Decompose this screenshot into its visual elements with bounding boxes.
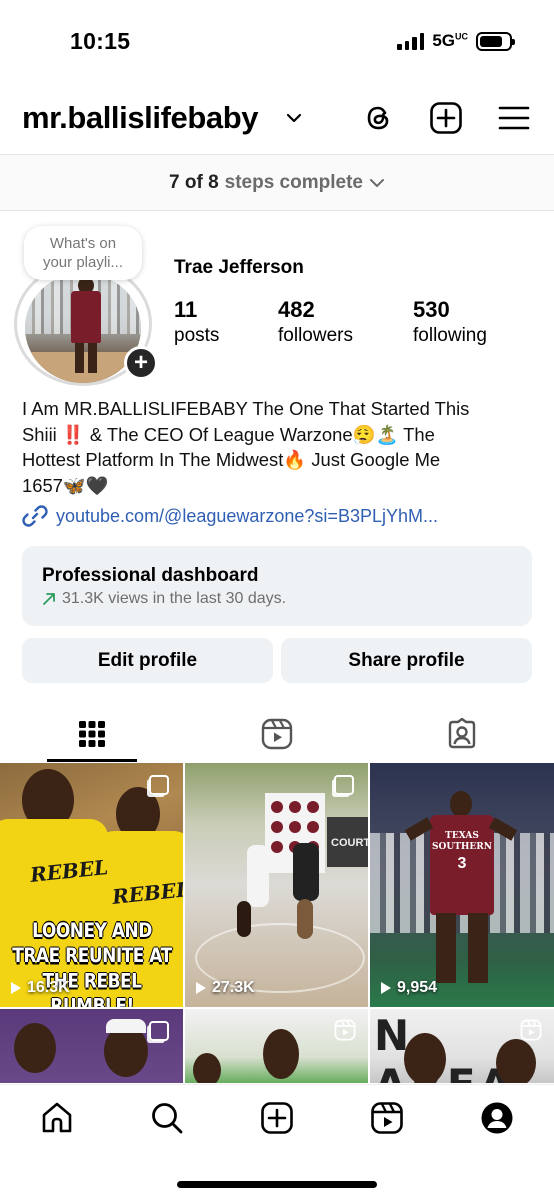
- view-count: 16.3K: [10, 979, 70, 997]
- divider: [0, 210, 554, 211]
- profile-header: mr.ballislifebaby: [0, 92, 554, 148]
- dashboard-subtitle: 31.3K views in the last 30 days.: [42, 590, 512, 608]
- trend-up-icon: [43, 593, 55, 605]
- create-icon[interactable]: [429, 101, 463, 135]
- following-stat[interactable]: 530 following: [413, 297, 487, 349]
- reels-icon: [520, 1019, 542, 1041]
- posts-stat[interactable]: 11 posts: [174, 297, 219, 349]
- profile-steps-banner[interactable]: 7 of 8 steps complete: [0, 155, 554, 210]
- professional-dashboard[interactable]: Professional dashboard 31.3K views in th…: [22, 546, 532, 626]
- play-icon: [11, 982, 21, 994]
- bio-line: Shiii ‼️ & The CEO Of League Warzone😮‍💨🏝…: [22, 423, 435, 445]
- carousel-icon: [149, 775, 169, 795]
- tagged-icon: [448, 718, 476, 749]
- bio-line: Hottest Platform In The Midwest🔥 Just Go…: [22, 449, 441, 470]
- chevron-down-icon[interactable]: [286, 112, 302, 124]
- tab-tagged[interactable]: [370, 706, 554, 762]
- banner-text: COURTS: [331, 837, 368, 849]
- posts-count: 11: [174, 297, 198, 322]
- signal-icon: [397, 32, 425, 50]
- reels-icon[interactable]: [370, 1101, 404, 1135]
- note-text-line2: your playli...: [42, 254, 124, 271]
- search-icon[interactable]: [150, 1101, 184, 1135]
- post-tile[interactable]: [185, 1009, 368, 1083]
- post-tile[interactable]: TEXAS SOUTHERN 3 9,954: [370, 763, 554, 1007]
- create-icon[interactable]: [260, 1101, 294, 1135]
- carousel-icon: [149, 1021, 169, 1041]
- bio-line: 1657🦋🖤: [22, 474, 109, 496]
- network-label: 5GUC: [432, 31, 468, 50]
- play-icon: [381, 982, 391, 994]
- menu-icon[interactable]: [497, 101, 531, 135]
- bio-line: I Am MR.BALLISLIFEBABY The One That Star…: [22, 398, 470, 419]
- avatar[interactable]: +: [14, 262, 158, 386]
- home-icon[interactable]: [40, 1101, 74, 1135]
- display-name: Trae Jefferson: [174, 257, 304, 278]
- view-count: 9,954: [380, 979, 437, 997]
- add-story-button[interactable]: +: [124, 346, 158, 380]
- chevron-down-icon: [369, 178, 384, 187]
- post-tile[interactable]: [0, 1009, 183, 1083]
- followers-count: 482: [278, 297, 315, 322]
- profile-tabs: [0, 706, 554, 762]
- posts-grid: REBEL REBEL LOONEY AND TRAE REUNITE AT T…: [0, 763, 554, 1083]
- note-text-line1: What's on: [49, 235, 117, 252]
- following-count: 530: [413, 297, 450, 322]
- jersey-text: TEXAS SOUTHERN: [432, 831, 492, 852]
- bio-link-text: youtube.com/@leaguewarzone?si=B3PLjYhM..…: [56, 505, 438, 526]
- dashboard-title: Professional dashboard: [42, 565, 259, 586]
- reels-icon: [261, 718, 293, 750]
- post-tile[interactable]: COURTS 27.3K: [185, 763, 368, 1007]
- profile-icon[interactable]: [480, 1101, 514, 1135]
- status-bar: 10:15 5GUC: [0, 0, 554, 80]
- status-time: 10:15: [70, 28, 131, 54]
- play-icon: [196, 982, 206, 994]
- post-tile[interactable]: REBEL REBEL LOONEY AND TRAE REUNITE AT T…: [0, 763, 183, 1007]
- share-profile-button[interactable]: Share profile: [281, 638, 532, 683]
- note-bubble[interactable]: What's on your playli...: [24, 226, 142, 280]
- grid-icon: [79, 721, 105, 747]
- battery-icon: [476, 31, 515, 51]
- threads-icon[interactable]: [362, 101, 396, 135]
- active-tab-indicator: [47, 759, 137, 762]
- bio-link[interactable]: youtube.com/@leaguewarzone?si=B3PLjYhM..…: [22, 503, 438, 529]
- jersey-number: 3: [457, 855, 467, 872]
- link-icon: [22, 505, 48, 527]
- followers-label: followers: [278, 325, 353, 346]
- home-indicator: [177, 1181, 377, 1188]
- steps-done: 7 of 8: [169, 171, 219, 193]
- following-label: following: [413, 325, 487, 346]
- followers-stat[interactable]: 482 followers: [278, 297, 353, 349]
- edit-profile-button[interactable]: Edit profile: [22, 638, 273, 683]
- view-count: 27.3K: [195, 979, 255, 997]
- steps-rest: steps complete: [224, 171, 363, 193]
- post-tile[interactable]: N AREA: [370, 1009, 554, 1083]
- posts-label: posts: [174, 325, 220, 346]
- bio: I Am MR.BALLISLIFEBABY The One That Star…: [22, 396, 534, 498]
- reels-icon: [334, 1019, 356, 1041]
- tab-reels[interactable]: [185, 706, 369, 762]
- status-indicators: 5GUC: [397, 31, 515, 51]
- username-switcher[interactable]: mr.ballislifebaby: [22, 100, 259, 136]
- tab-posts[interactable]: [0, 706, 184, 762]
- carousel-icon: [334, 775, 354, 795]
